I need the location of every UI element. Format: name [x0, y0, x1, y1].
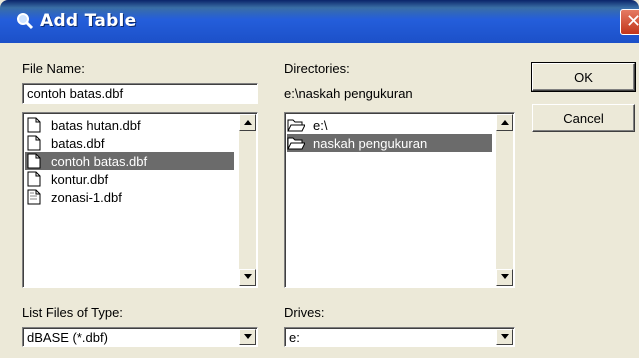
file-type-label: List Files of Type:: [22, 305, 123, 320]
file-list[interactable]: batas hutan.dbf batas.dbf contoh batas.d…: [22, 112, 258, 288]
file-name-value: contoh batas.dbf: [27, 86, 124, 101]
drives-value: e:: [289, 330, 300, 345]
list-item[interactable]: batas hutan.dbf: [25, 116, 141, 134]
close-button[interactable]: ✕: [620, 9, 639, 35]
open-folder-icon: [287, 119, 305, 132]
directory-list-scrollbar[interactable]: [496, 114, 513, 286]
magnifier-icon: [17, 13, 34, 30]
file-type-select[interactable]: dBASE (*.dbf): [22, 327, 258, 347]
drives-label: Drives:: [284, 305, 325, 320]
open-folder-icon: [287, 137, 305, 150]
list-item[interactable]: e:\: [287, 116, 327, 134]
scroll-down-button[interactable]: [496, 269, 513, 286]
file-icon: [27, 153, 41, 169]
list-item[interactable]: contoh batas.dbf: [25, 152, 234, 170]
list-item[interactable]: batas.dbf: [25, 134, 105, 152]
close-icon: ✕: [626, 11, 639, 32]
window-title: Add Table: [40, 11, 137, 31]
chevron-down-icon: [244, 334, 252, 339]
list-item[interactable]: zonasi-1.dbf: [25, 188, 122, 206]
file-name-label: File Name:: [22, 61, 85, 76]
chevron-down-icon: [501, 334, 509, 339]
file-icon: [27, 171, 41, 187]
up-arrow-icon: [244, 120, 252, 125]
title-bar[interactable]: Add Table ✕: [0, 0, 639, 43]
file-list-scrollbar[interactable]: [239, 114, 256, 286]
list-item[interactable]: kontur.dbf: [25, 170, 108, 188]
file-name-input[interactable]: contoh batas.dbf: [22, 83, 258, 104]
cancel-button[interactable]: Cancel: [532, 104, 635, 132]
directories-label: Directories:: [284, 61, 350, 76]
file-type-dropdown-button[interactable]: [239, 329, 256, 345]
ok-button[interactable]: OK: [531, 62, 636, 92]
drives-dropdown-button[interactable]: [496, 329, 513, 345]
file-icon: [27, 189, 41, 205]
down-arrow-icon: [244, 274, 252, 279]
scroll-up-button[interactable]: [239, 114, 256, 131]
directory-list[interactable]: e:\ naskah pengukuran: [284, 112, 515, 288]
current-directory-path: e:\naskah pengukuran: [284, 86, 413, 101]
file-icon: [27, 117, 41, 133]
file-type-value: dBASE (*.dbf): [27, 330, 108, 345]
scroll-up-button[interactable]: [496, 114, 513, 131]
up-arrow-icon: [501, 120, 509, 125]
drives-select[interactable]: e:: [284, 327, 515, 347]
down-arrow-icon: [501, 274, 509, 279]
list-item[interactable]: naskah pengukuran: [287, 134, 492, 152]
scroll-down-button[interactable]: [239, 269, 256, 286]
file-icon: [27, 135, 41, 151]
